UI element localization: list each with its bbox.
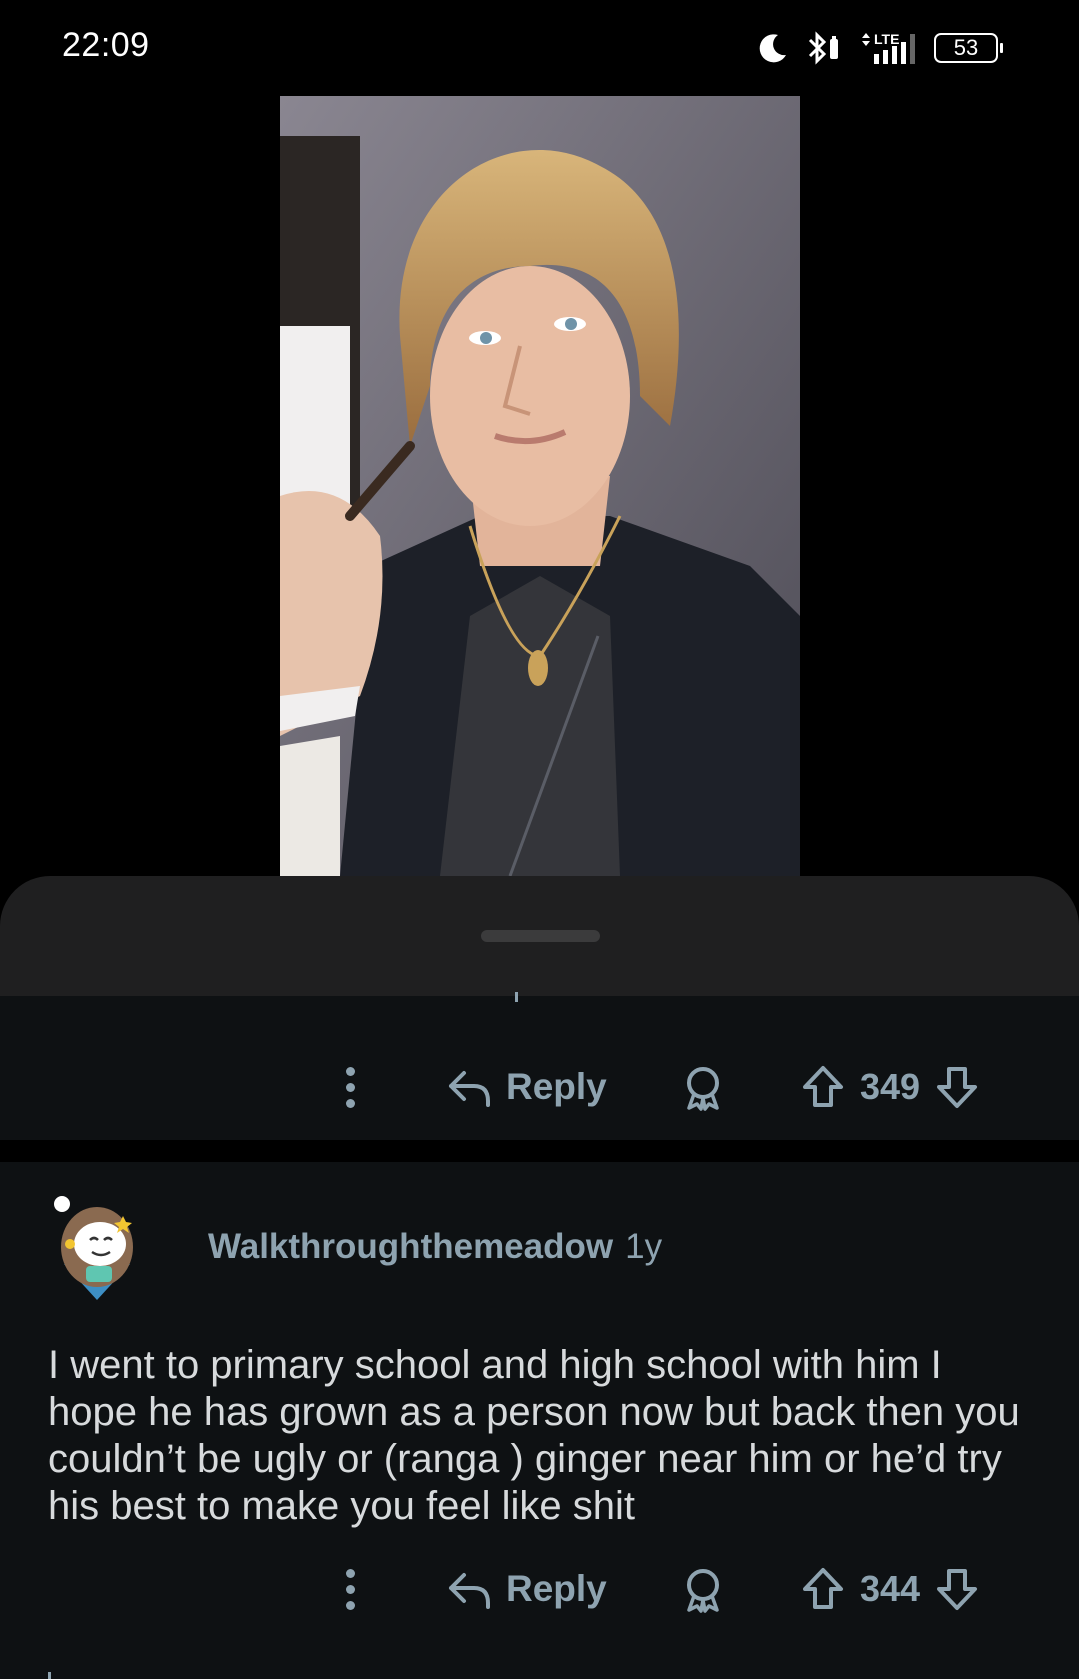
avatar[interactable] [52,1192,142,1302]
sheet-drag-handle[interactable] [481,930,600,942]
reply-label: Reply [506,1066,607,1107]
battery-level: 53 [934,33,998,63]
comment-author[interactable]: Walkthroughthemeadow [208,1227,613,1267]
comment-header: Walkthroughthemeadow 1y [52,1192,662,1302]
moon-icon [759,34,786,63]
comment-body: I went to primary school and high school… [48,1343,1020,1528]
comment-actions: Reply 344 [0,1554,1079,1624]
upvote-icon[interactable] [800,1565,846,1613]
reply-button[interactable]: Reply [446,1052,607,1122]
more-options-button[interactable] [330,1554,370,1624]
status-icons: LTE 53 [756,28,1003,68]
snoo-avatar-icon [54,1196,133,1300]
vote-group: 344 [800,1554,980,1624]
upvote-icon[interactable] [800,1063,846,1111]
vote-score: 344 [860,1568,921,1609]
post-image[interactable] [280,96,800,876]
comment-item: Walkthroughthemeadow 1y I went to primar… [0,1162,1079,1679]
status-bar: 22:09 LTE 53 [0,0,1079,96]
award-icon[interactable] [680,1566,726,1614]
bluetooth-icon [808,31,838,65]
thread-line [48,1672,51,1679]
vote-group: 349 [800,1052,980,1122]
signal-icon: LTE [862,31,915,64]
comment-divider [0,1140,1079,1162]
reply-button[interactable]: Reply [446,1554,607,1624]
downvote-icon[interactable] [934,1565,980,1613]
bottom-sheet [0,876,1079,996]
reply-label: Reply [506,1568,607,1609]
comment-actions: Reply 349 [0,1052,1079,1122]
vote-score: 349 [860,1066,921,1107]
status-time: 22:09 [62,26,150,64]
reply-icon [449,1573,490,1609]
battery-icon: 53 [934,33,1003,63]
thread-line [515,992,518,1002]
more-options-button[interactable] [330,1052,370,1122]
award-icon[interactable] [680,1064,726,1112]
reply-icon [449,1071,490,1107]
comment-age: 1y [625,1227,663,1266]
photo-illustration [280,96,800,876]
comment-item: Reply 349 [0,996,1079,1140]
network-type-label: LTE [874,31,899,47]
downvote-icon[interactable] [934,1063,980,1111]
